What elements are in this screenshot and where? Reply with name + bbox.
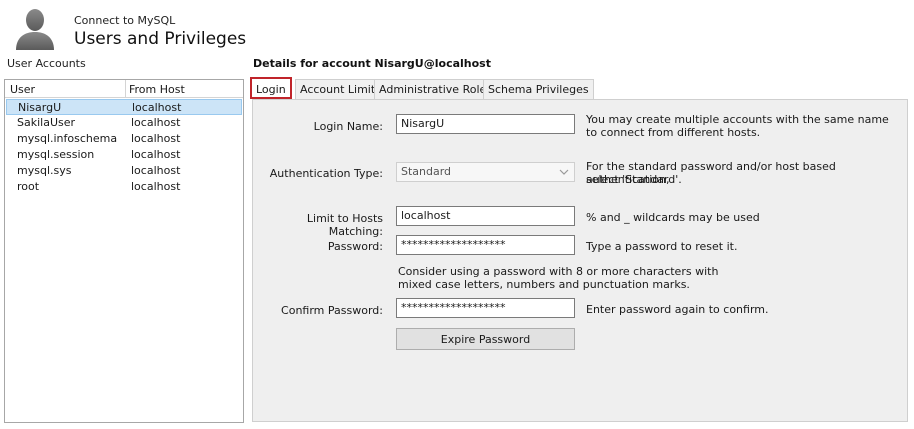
login-name-hint-2: to connect from different hosts. xyxy=(586,126,761,139)
password-advice-1: Consider using a password with 8 or more… xyxy=(398,265,719,278)
tab-administrative-roles[interactable]: Administrative Roles xyxy=(374,79,497,99)
account-row[interactable]: SakilaUser localhost xyxy=(6,115,242,131)
account-row[interactable]: mysql.session localhost xyxy=(6,147,242,163)
user-accounts-label: User Accounts xyxy=(7,57,86,70)
account-user: mysql.session xyxy=(17,148,95,161)
hosts-label: Limit to Hosts Matching: xyxy=(306,212,383,238)
chevron-down-icon[interactable] xyxy=(559,165,569,179)
account-user: root xyxy=(17,180,40,193)
account-host: localhost xyxy=(131,180,181,193)
account-user: mysql.sys xyxy=(17,164,72,177)
confirm-password-hint: Enter password again to confirm. xyxy=(586,303,769,316)
tab-schema-privileges[interactable]: Schema Privileges xyxy=(483,79,594,99)
account-host: localhost xyxy=(131,116,181,129)
account-host: localhost xyxy=(131,132,181,145)
account-user: SakilaUser xyxy=(17,116,76,129)
account-host: localhost xyxy=(131,148,181,161)
account-row[interactable]: mysql.infoschema localhost xyxy=(6,131,242,147)
password-label: Password: xyxy=(327,240,383,253)
tab-login[interactable]: Login xyxy=(250,77,292,99)
column-header-user[interactable]: User xyxy=(10,83,35,96)
auth-type-label: Authentication Type: xyxy=(269,167,383,180)
tab-account-limits[interactable]: Account Limits xyxy=(295,79,386,99)
confirm-password-label: Confirm Password: xyxy=(281,304,383,317)
account-row[interactable]: NisargU localhost xyxy=(6,99,242,115)
page-title: Users and Privileges xyxy=(74,29,247,49)
account-host: localhost xyxy=(132,101,182,114)
header-subtitle: Connect to MySQL xyxy=(74,14,176,27)
expire-password-button[interactable]: Expire Password xyxy=(396,328,575,350)
auth-type-value: Standard xyxy=(401,165,452,178)
login-panel: Login Name: NisargU You may create multi… xyxy=(252,99,908,422)
login-name-label: Login Name: xyxy=(313,120,383,133)
login-name-input[interactable]: NisargU xyxy=(396,114,575,134)
password-input[interactable]: ******************* xyxy=(396,235,575,255)
hosts-hint: % and _ wildcards may be used xyxy=(586,211,760,224)
account-row[interactable]: root localhost xyxy=(6,179,242,195)
account-host: localhost xyxy=(131,164,181,177)
list-header: User From Host xyxy=(5,80,243,98)
password-advice-2: mixed case letters, numbers and punctuat… xyxy=(398,278,690,291)
user-accounts-list[interactable]: User From Host NisargU localhost SakilaU… xyxy=(4,79,244,423)
column-divider[interactable] xyxy=(125,80,126,98)
details-title: Details for account NisargU@localhost xyxy=(253,57,491,70)
account-user: NisargU xyxy=(18,101,62,114)
account-user: mysql.infoschema xyxy=(17,132,118,145)
column-header-host[interactable]: From Host xyxy=(129,83,185,96)
auth-type-select[interactable]: Standard xyxy=(396,162,575,182)
login-name-hint-1: You may create multiple accounts with th… xyxy=(586,113,889,126)
user-silhouette-icon xyxy=(12,6,58,50)
account-row[interactable]: mysql.sys localhost xyxy=(6,163,242,179)
password-hint: Type a password to reset it. xyxy=(586,240,738,253)
hosts-input[interactable]: localhost xyxy=(396,206,575,226)
auth-hint-2: select 'Standard'. xyxy=(586,173,682,186)
confirm-password-input[interactable]: ******************* xyxy=(396,298,575,318)
